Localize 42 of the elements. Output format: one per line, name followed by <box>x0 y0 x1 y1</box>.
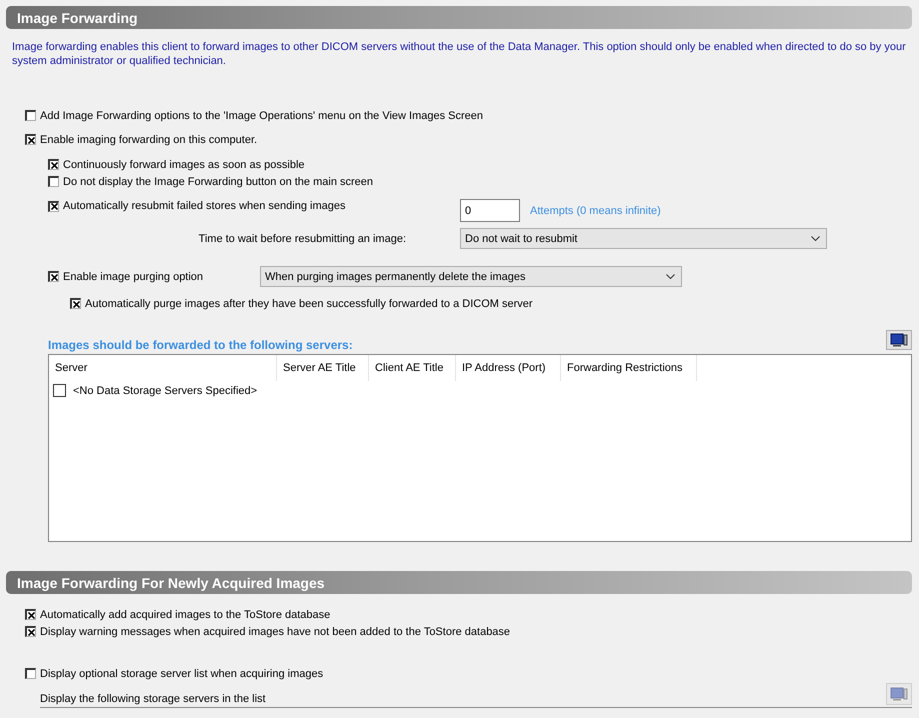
chevron-down-icon <box>811 236 820 241</box>
checkbox[interactable] <box>48 159 59 170</box>
checkbox[interactable] <box>70 298 81 309</box>
column-header[interactable]: Server AE Title <box>277 355 369 381</box>
checkbox-label: Enable image purging option <box>63 270 204 282</box>
checkbox[interactable] <box>48 200 59 212</box>
wait-label: Time to wait before resubmitting an image: <box>198 232 406 244</box>
checkbox[interactable] <box>25 668 36 679</box>
column-header[interactable]: Forwarding Restrictions <box>561 355 697 381</box>
checkbox[interactable] <box>53 384 66 397</box>
checkbox[interactable] <box>25 110 36 121</box>
checkbox-label: Display optional storage server list when acquiring images <box>40 668 324 680</box>
checkbox-label: Continuously forward images as soon as possible <box>63 158 305 170</box>
checkbox-label: Display warning messages when acquired images have not been added to the ToStore database <box>40 626 510 638</box>
checkbox[interactable] <box>25 134 36 145</box>
checkbox-label: Automatically add acquired images to the ToStore database <box>40 608 330 620</box>
monitor-icon <box>890 687 908 701</box>
checkbox-label: Automatically purge images after they have been successfully forwarded to a DICOM server <box>85 298 533 310</box>
monitor-icon <box>890 333 908 347</box>
purge-dropdown[interactable]: When purging images permanently delete the images <box>260 266 682 287</box>
column-header[interactable]: IP Address (Port) <box>456 355 561 381</box>
description-text: Image forwarding enables this client to forward images to other DICOM servers without the use of the Data Manager. This option should only be enabled when directed to do so by your system administrator or qualified technician. <box>12 40 907 68</box>
checkbox[interactable] <box>48 271 59 282</box>
add-server-button[interactable] <box>886 330 912 350</box>
checkbox[interactable] <box>25 626 36 637</box>
section-header: Image Forwarding <box>6 6 912 29</box>
wait-dropdown[interactable]: Do not wait to resubmit <box>460 228 827 249</box>
checkbox[interactable] <box>25 609 36 620</box>
column-header[interactable]: Client AE Title <box>369 355 456 381</box>
table-cell: <No Data Storage Servers Specified> <box>73 384 258 396</box>
attempts-input[interactable]: 0 <box>460 199 520 222</box>
servers-heading: Images should be forwarded to the following servers: <box>48 338 353 352</box>
checkbox-label: Add Image Forwarding options to the 'Image Operations' menu on the View Images Screen <box>40 110 484 122</box>
checkbox[interactable] <box>48 176 59 187</box>
checkbox-label: Do not display the Image Forwarding button on the main screen <box>63 176 374 188</box>
attempts-hint: Attempts (0 means infinite) <box>530 205 661 217</box>
checkbox-label: Automatically resubmit failed stores when sending images <box>63 200 346 212</box>
checkbox-label: Enable imaging forwarding on this computer. <box>40 134 258 146</box>
section-header: Image Forwarding For Newly Acquired Images <box>6 571 912 594</box>
column-header[interactable]: Server <box>49 355 277 381</box>
list-caption: Display the following storage servers in the list <box>40 693 266 705</box>
chevron-down-icon <box>666 274 675 279</box>
